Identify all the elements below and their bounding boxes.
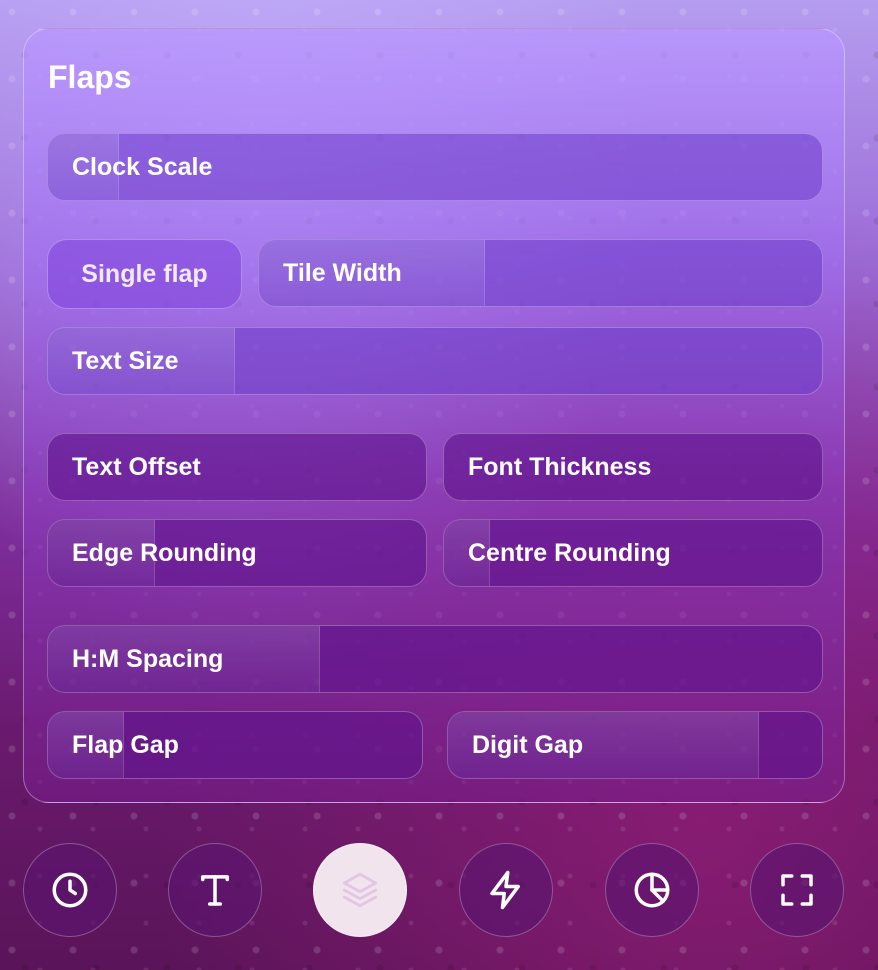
slider-label: Centre Rounding	[468, 538, 671, 567]
centre-rounding-slider[interactable]: Centre Rounding	[443, 519, 823, 587]
text-size-slider[interactable]: Text Size	[47, 327, 823, 395]
slider-label: Edge Rounding	[72, 538, 257, 567]
single-flap-toggle[interactable]: Single flap	[47, 239, 242, 309]
tile-width-slider[interactable]: Tile Width	[258, 239, 823, 307]
flaps-panel: Flaps Clock Scale Single flap Tile Width…	[23, 28, 845, 803]
text-nav-button[interactable]	[168, 843, 262, 937]
pie-chart-icon	[634, 872, 670, 908]
slider-label: Tile Width	[283, 258, 402, 287]
flap-gap-slider[interactable]: Flap Gap	[47, 711, 423, 779]
slider-label: Flap Gap	[72, 730, 179, 759]
clock-scale-slider[interactable]: Clock Scale	[47, 133, 823, 201]
panel-title: Flaps	[48, 59, 132, 95]
pie-chart-nav-button[interactable]	[605, 843, 699, 937]
slider-label: Digit Gap	[472, 730, 584, 759]
lightning-nav-button[interactable]	[459, 843, 553, 937]
slider-label: Text Offset	[72, 452, 201, 481]
clock-nav-button[interactable]	[23, 843, 117, 937]
fullscreen-nav-button[interactable]	[750, 843, 844, 937]
font-thickness-slider[interactable]: Font Thickness	[443, 433, 823, 501]
layers-nav-button[interactable]	[313, 843, 407, 937]
text-offset-slider[interactable]: Text Offset	[47, 433, 427, 501]
slider-label: Text Size	[72, 346, 179, 375]
layers-icon	[342, 872, 378, 908]
slider-label: Clock Scale	[72, 152, 213, 181]
fullscreen-icon	[781, 874, 813, 906]
digit-gap-slider[interactable]: Digit Gap	[447, 711, 823, 779]
lightning-icon	[490, 870, 520, 910]
edge-rounding-slider[interactable]: Edge Rounding	[47, 519, 427, 587]
text-icon	[201, 875, 229, 906]
slider-label: H:M Spacing	[72, 644, 224, 673]
hm-spacing-slider[interactable]: H:M Spacing	[47, 625, 823, 693]
slider-label: Font Thickness	[468, 452, 652, 481]
clock-icon	[52, 872, 88, 908]
